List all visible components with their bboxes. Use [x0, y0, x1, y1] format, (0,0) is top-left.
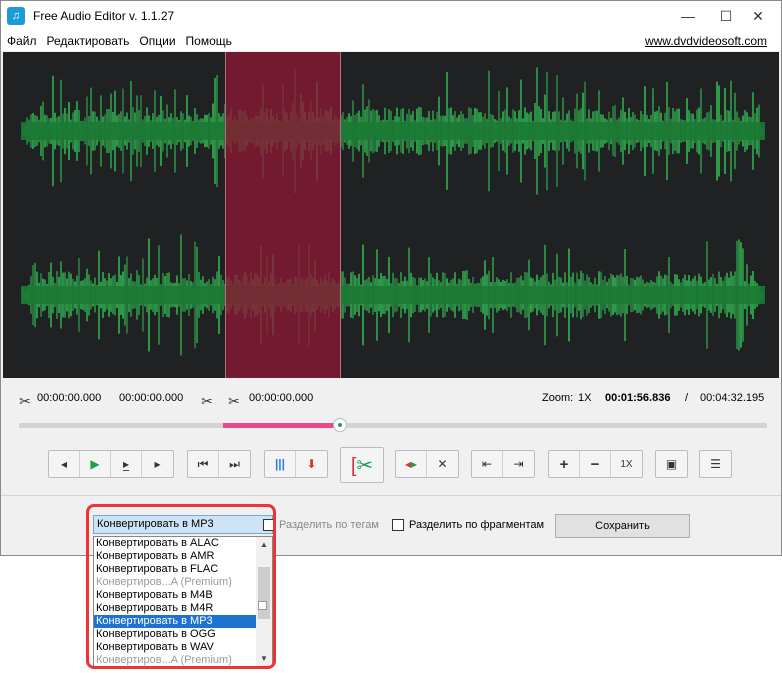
waveform-channel-left — [21, 67, 765, 195]
zoom-group: + − 1X — [548, 450, 643, 478]
plus-icon: + — [559, 455, 569, 473]
seek-selection-range — [223, 423, 339, 428]
minus-icon: − — [590, 455, 600, 473]
navigate-group: ⇤ ⇥ — [471, 450, 535, 478]
save-button[interactable]: Сохранить — [555, 514, 690, 538]
selection-start-icon[interactable]: ✂ — [17, 392, 33, 410]
arrow-right-icon: ▸ — [154, 457, 161, 471]
scissors-icon: [✂ — [350, 454, 374, 477]
title-bar: ♫ Free Audio Editor v. 1.1.27 — ☐ ✕ — [1, 1, 781, 31]
app-window: ♫ Free Audio Editor v. 1.1.27 — ☐ ✕ Файл… — [0, 0, 782, 556]
play-to-marker-icon: ▸̲ — [122, 457, 130, 471]
seek-handle[interactable] — [333, 418, 347, 432]
total-time: 00:04:32.195 — [700, 392, 765, 404]
download-arrow-icon: ⬇ — [306, 457, 317, 471]
swap-button[interactable]: ◂▸ — [396, 451, 427, 477]
skip-back-button[interactable]: ⏮ — [188, 451, 219, 477]
zoom-in-button[interactable]: + — [549, 451, 580, 477]
add-marker-button[interactable]: ||| — [265, 451, 296, 477]
split-by-tags-label: Разделить по тегам — [279, 519, 379, 531]
window-title: Free Audio Editor v. 1.1.27 — [33, 9, 175, 23]
image-group: ▣ — [655, 450, 688, 478]
menu-bar: Файл Редактировать Опции Помощь www.dvdv… — [1, 31, 781, 51]
go-to-start-button[interactable]: ⇤ — [472, 451, 503, 477]
playback-group: ◂ ▶ ▸̲ ▸ — [48, 450, 174, 478]
waveform-graphic — [21, 67, 765, 356]
seek-bar[interactable] — [19, 418, 767, 432]
zoom-reset-button[interactable]: 1X — [611, 451, 642, 477]
forward-button[interactable]: ▸ — [142, 451, 173, 477]
zoom-level-label: 1X — [620, 458, 633, 470]
time-info-bar: ✂ 00:00:00.000 00:00:00.000 ✂ ✂ 00:00:00… — [1, 387, 781, 411]
waveform-display[interactable] — [3, 52, 779, 378]
waveform-selection[interactable] — [225, 52, 341, 378]
skip-back-icon: ⏮ — [197, 456, 209, 471]
save-button-label: Сохранить — [595, 520, 650, 532]
time-separator: / — [685, 392, 689, 404]
play-icon: ▶ — [90, 457, 100, 471]
play-to-end-button[interactable]: ▸̲ — [111, 451, 142, 477]
marker-group: ||| ⬇ — [264, 450, 328, 478]
settings-group: ☰ — [699, 450, 732, 478]
selection-end-time: 00:00:00.000 — [119, 392, 184, 404]
swap-icon: ◂▸ — [404, 457, 418, 471]
menu-help[interactable]: Помощь — [181, 34, 237, 48]
image-icon: ▣ — [665, 457, 678, 471]
menu-edit[interactable]: Редактировать — [42, 34, 135, 48]
play-button[interactable]: ▶ — [80, 451, 111, 477]
equalizer-button[interactable]: ☰ — [700, 451, 731, 477]
skip-group: ⏮ ⏭ — [187, 450, 251, 478]
cut-button[interactable]: [✂ — [340, 447, 384, 483]
rewind-button[interactable]: ◂ — [49, 451, 80, 477]
zoom-value: 1X — [578, 392, 592, 404]
go-to-end-icon: ⇥ — [513, 457, 524, 471]
highlight-annotation — [86, 504, 276, 669]
app-logo-icon: ♫ — [7, 7, 25, 25]
fade-group: ◂▸ ✕ — [395, 450, 459, 478]
image-button[interactable]: ▣ — [656, 451, 687, 477]
arrow-left-icon: ◂ — [60, 457, 68, 471]
waveform-channel-right — [21, 234, 765, 356]
divider — [1, 495, 781, 496]
markers-icon: ||| — [274, 457, 286, 471]
insert-marker-button[interactable]: ⬇ — [296, 451, 327, 477]
split-by-fragments-label: Разделить по фрагментам — [409, 519, 545, 531]
close-button[interactable]: ✕ — [735, 1, 781, 31]
cut-point-icon[interactable]: ✂ — [226, 392, 242, 410]
skip-forward-button[interactable]: ⏭ — [219, 451, 250, 477]
go-to-start-icon: ⇤ — [481, 457, 493, 471]
split-by-fragments-checkbox[interactable] — [392, 519, 404, 531]
go-to-end-button[interactable]: ⇥ — [503, 451, 534, 477]
selection-start-time: 00:00:00.000 — [37, 392, 102, 404]
cut-point-time: 00:00:00.000 — [249, 392, 314, 404]
toolbar: ◂ ▶ ▸̲ ▸ ⏮ ⏭ ||| ⬇ [✂ ◂▸ ✕ ⇤ ⇥ + − 1X ▣ … — [1, 447, 781, 483]
zoom-out-button[interactable]: − — [580, 451, 611, 477]
menu-file[interactable]: Файл — [1, 34, 42, 48]
current-time: 00:01:56.836 — [605, 392, 671, 404]
zoom-label: Zoom: — [542, 392, 574, 404]
delete-icon: ✕ — [437, 457, 448, 471]
skip-forward-icon: ⏭ — [229, 456, 240, 471]
delete-selection-button[interactable]: ✕ — [427, 451, 458, 477]
menu-options[interactable]: Опции — [134, 34, 180, 48]
sliders-icon: ☰ — [710, 457, 721, 471]
selection-end-icon[interactable]: ✂ — [199, 392, 215, 410]
website-link[interactable]: www.dvdvideosoft.com — [645, 34, 767, 48]
